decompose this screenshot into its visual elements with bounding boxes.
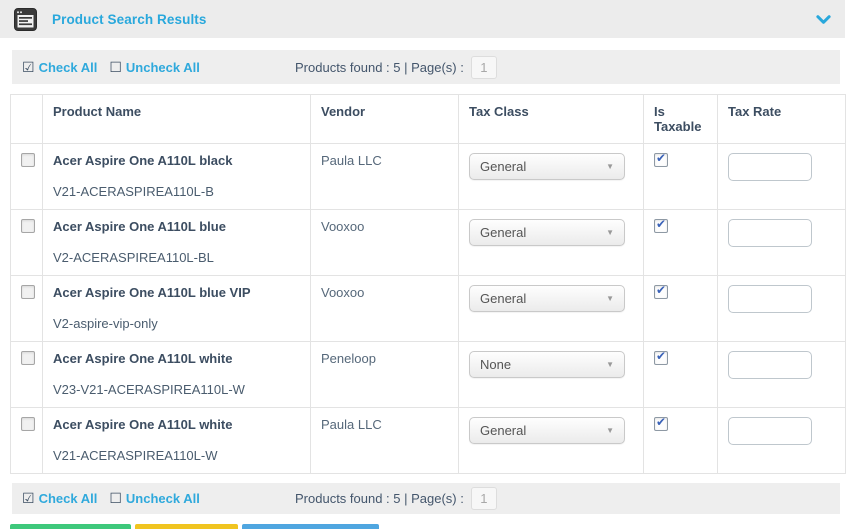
product-model: V2-aspire-vip-only xyxy=(53,316,158,331)
select-arrow-icon: ▼ xyxy=(606,228,614,237)
tax-class-selected-value: None xyxy=(480,357,512,372)
table-row: Acer Aspire One A110L white V21-ACERASPI… xyxy=(10,407,846,474)
product-name: Acer Aspire One A110L white xyxy=(53,417,233,432)
vendor-name: Vooxoo xyxy=(321,219,365,234)
unchecked-box-icon: ☐ xyxy=(109,490,122,506)
tax-class-select[interactable]: General ▼ xyxy=(469,285,625,312)
check-all-link[interactable]: ☑ Check All xyxy=(22,490,97,507)
save-changes-button[interactable]: Save Changes xyxy=(10,524,131,529)
is-taxable-checkbox[interactable] xyxy=(654,151,668,167)
products-found-label: Products found : 5 | Page(s) : xyxy=(295,491,464,506)
product-model: V21-ACERASPIREA110L-W xyxy=(53,448,218,463)
column-header-product-name: Product Name xyxy=(42,94,311,144)
product-model: V21-ACERASPIREA110L-B xyxy=(53,184,214,199)
panel-header: Product Search Results xyxy=(0,0,845,38)
tax-class-select[interactable]: General ▼ xyxy=(469,417,625,444)
uncheck-all-link[interactable]: ☐ Uncheck All xyxy=(109,59,200,76)
tax-rate-input[interactable] xyxy=(728,219,812,247)
select-arrow-icon: ▼ xyxy=(606,426,614,435)
vendor-name: Vooxoo xyxy=(321,285,365,300)
uncheck-all-label: Uncheck All xyxy=(125,491,200,506)
product-name: Acer Aspire One A110L black xyxy=(53,153,233,168)
column-header-vendor: Vendor xyxy=(310,94,459,144)
tax-class-selected-value: General xyxy=(480,225,527,240)
check-all-label: Check All xyxy=(38,491,98,506)
product-model: V23-V21-ACERASPIREA110L-W xyxy=(53,382,245,397)
page-input[interactable] xyxy=(470,487,497,510)
vendor-name: Peneloop xyxy=(321,351,376,366)
vendor-name: Paula LLC xyxy=(321,417,382,432)
select-arrow-icon: ▼ xyxy=(606,294,614,303)
table-row: Acer Aspire One A110L black V21-ACERASPI… xyxy=(10,143,846,210)
product-table-body: Acer Aspire One A110L black V21-ACERASPI… xyxy=(10,143,846,474)
row-select-checkbox[interactable] xyxy=(21,417,35,431)
check-all-link[interactable]: ☑ Check All xyxy=(22,59,97,76)
top-toolbar: ☑ Check All ☐ Uncheck All Products found… xyxy=(12,50,840,84)
tax-class-select[interactable]: General ▼ xyxy=(469,219,625,246)
products-found-label: Products found : 5 | Page(s) : xyxy=(295,59,464,75)
uncheck-all-label: Uncheck All xyxy=(125,59,200,75)
column-header-tax-rate: Tax Rate xyxy=(717,94,846,144)
tax-rate-input[interactable] xyxy=(728,285,812,313)
row-select-checkbox[interactable] xyxy=(21,285,35,299)
table-row: Acer Aspire One A110L blue V2-ACERASPIRE… xyxy=(10,209,846,276)
is-taxable-checkbox[interactable] xyxy=(654,283,668,299)
checked-box-icon: ☑ xyxy=(22,490,35,506)
uncheck-all-link[interactable]: ☐ Uncheck All xyxy=(109,490,200,507)
product-name: Acer Aspire One A110L blue VIP xyxy=(53,285,251,300)
tax-class-select[interactable]: None ▼ xyxy=(469,351,625,378)
tax-rate-input[interactable] xyxy=(728,153,812,181)
is-taxable-checkbox[interactable] xyxy=(654,217,668,233)
row-select-checkbox[interactable] xyxy=(21,351,35,365)
unchecked-box-icon: ☐ xyxy=(109,58,122,75)
row-select-checkbox[interactable] xyxy=(21,153,35,167)
panel-title: Product Search Results xyxy=(52,11,207,27)
action-buttons: Save Changes Reset Form Tax Management xyxy=(10,524,852,529)
column-header-is-taxable: Is Taxable xyxy=(643,94,718,144)
tax-rate-input[interactable] xyxy=(728,351,812,379)
product-name: Acer Aspire One A110L white xyxy=(53,351,233,366)
check-all-label: Check All xyxy=(38,59,98,75)
chevron-down-icon[interactable] xyxy=(816,12,831,27)
product-name: Acer Aspire One A110L blue xyxy=(53,219,226,234)
select-arrow-icon: ▼ xyxy=(606,360,614,369)
select-column-header xyxy=(10,94,43,144)
row-select-checkbox[interactable] xyxy=(21,219,35,233)
tax-class-select[interactable]: General ▼ xyxy=(469,153,625,180)
tax-class-selected-value: General xyxy=(480,423,527,438)
tax-class-selected-value: General xyxy=(480,159,527,174)
product-model: V2-ACERASPIREA110L-BL xyxy=(53,250,214,265)
product-table: Product Name Vendor Tax Class Is Taxable… xyxy=(10,94,846,474)
page-input[interactable] xyxy=(470,55,497,79)
tax-class-selected-value: General xyxy=(480,291,527,306)
bottom-toolbar: ☑ Check All ☐ Uncheck All Products found… xyxy=(12,483,840,514)
table-row: Acer Aspire One A110L white V23-V21-ACER… xyxy=(10,341,846,408)
select-arrow-icon: ▼ xyxy=(606,162,614,171)
checked-box-icon: ☑ xyxy=(22,58,35,75)
vendor-name: Paula LLC xyxy=(321,153,382,168)
is-taxable-checkbox[interactable] xyxy=(654,349,668,365)
reset-form-button[interactable]: Reset Form xyxy=(134,524,239,529)
form-list-icon xyxy=(14,7,37,31)
tax-rate-input[interactable] xyxy=(728,417,812,445)
column-header-tax-class: Tax Class xyxy=(458,94,644,144)
table-row: Acer Aspire One A110L blue VIP V2-aspire… xyxy=(10,275,846,342)
tax-management-button[interactable]: Tax Management xyxy=(242,524,379,529)
is-taxable-checkbox[interactable] xyxy=(654,415,668,431)
table-header-row: Product Name Vendor Tax Class Is Taxable… xyxy=(10,94,846,144)
